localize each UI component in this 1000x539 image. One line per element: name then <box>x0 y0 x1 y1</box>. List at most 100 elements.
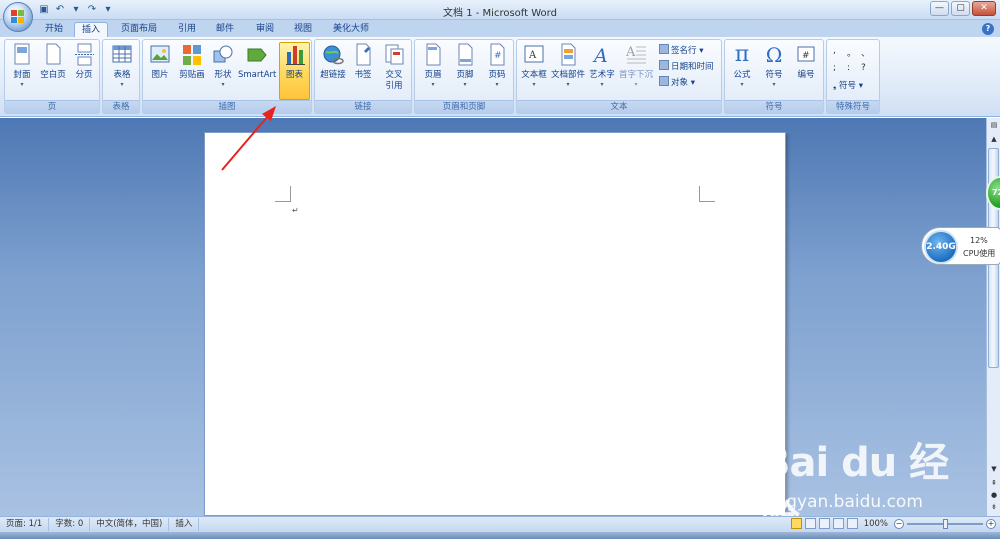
special-char-period[interactable]: 。 <box>847 46 861 59</box>
tab-references[interactable]: 引用 <box>170 22 204 38</box>
crop-mark-top-left <box>275 186 291 202</box>
title-bar: ▣ ↶ ▾ ↷ ▾ 文档 1 - Microsoft Word — ▢ ✕ <box>0 0 1000 20</box>
tab-home[interactable]: 开始 <box>38 22 70 38</box>
browse-object-icon[interactable]: ● <box>989 490 999 500</box>
outline-view-icon[interactable] <box>832 518 844 529</box>
clipart-icon <box>181 43 203 67</box>
minimize-button[interactable]: — <box>930 1 949 16</box>
zoom-out-icon[interactable]: − <box>894 518 904 529</box>
tab-mailings[interactable]: 邮件 <box>208 22 242 38</box>
document-page[interactable]: ↵ <box>204 132 786 516</box>
page-number-icon: # <box>486 43 508 67</box>
hyperlink-button[interactable]: 超链接 <box>318 43 348 80</box>
group-label-special-symbols: 特殊符号 <box>827 100 879 113</box>
bookmark-button[interactable]: 书签 <box>350 43 376 80</box>
special-char-colon[interactable]: : <box>847 63 861 73</box>
symbol-button[interactable]: Ω 符号 ▾ <box>760 43 788 88</box>
blank-page-button[interactable]: 空白页 <box>37 43 69 80</box>
taskbar-strip <box>0 532 1000 539</box>
cpu-monitor-widget[interactable]: 2.40G 12% CPU使用 <box>921 227 1000 265</box>
signature-line-icon <box>659 44 669 54</box>
group-label-illustrations: 插图 <box>143 100 311 113</box>
table-button[interactable]: 表格 ▾ <box>107 43 137 88</box>
group-label-symbols: 符号 <box>725 100 823 113</box>
header-icon <box>422 43 444 67</box>
hyperlink-globe-icon <box>322 43 344 67</box>
zoom-slider-knob[interactable] <box>943 518 948 529</box>
tab-beautify-master[interactable]: 美化大师 <box>326 22 376 38</box>
footer-button[interactable]: 页脚 ▾ <box>451 43 479 88</box>
equation-button[interactable]: π 公式 ▾ <box>728 42 756 89</box>
object-button[interactable]: 对象 ▾ <box>659 76 695 89</box>
wordart-icon: A <box>591 43 613 67</box>
textbox-button[interactable]: A 文本框 ▾ <box>519 43 549 88</box>
status-word-count[interactable]: 字数: 0 <box>49 518 91 531</box>
restore-button[interactable]: ▢ <box>951 1 970 16</box>
special-char-enum-comma[interactable]: 、 <box>861 46 875 59</box>
smartart-button[interactable]: SmartArt <box>238 43 276 80</box>
svg-text:A: A <box>592 45 608 67</box>
previous-page-icon[interactable]: ⇞ <box>989 478 999 488</box>
scroll-down-icon[interactable]: ▼ <box>989 464 999 474</box>
special-char-semicolon[interactable]: ; <box>833 63 847 73</box>
group-special-symbols: , 。 、 ; : ? ❟ 符号 ▾ 特殊符号 <box>826 39 880 114</box>
cover-page-icon <box>11 43 33 67</box>
watermark-url: jingyan.baidu.com <box>766 492 923 512</box>
zoom-percentage[interactable]: 100% <box>864 519 888 529</box>
scroll-up-icon[interactable]: ▲ <box>989 134 999 144</box>
special-char-comma[interactable]: , <box>833 46 847 59</box>
zoom-in-icon[interactable]: + <box>986 518 996 529</box>
tab-review[interactable]: 审阅 <box>248 22 282 38</box>
page-number-button[interactable]: # 页码 ▾ <box>483 43 511 88</box>
status-insert-mode[interactable]: 插入 <box>169 518 200 531</box>
zoom-controls: 100% − + <box>790 518 996 529</box>
office-button[interactable] <box>3 2 33 32</box>
bookmark-icon <box>352 43 374 67</box>
header-button[interactable]: 页眉 ▾ <box>419 43 447 88</box>
svg-text:A: A <box>528 50 537 61</box>
group-header-footer: 页眉 ▾ 页脚 ▾ # 页码 ▾ 页眉和页脚 <box>414 39 514 114</box>
help-icon[interactable]: ? <box>982 23 994 35</box>
window-title: 文档 1 - Microsoft Word <box>443 8 557 19</box>
tab-insert[interactable]: 插入 <box>74 22 108 38</box>
full-screen-reading-view-icon[interactable] <box>804 518 816 529</box>
page-break-button[interactable]: 分页 <box>70 43 98 80</box>
draft-view-icon[interactable] <box>846 518 858 529</box>
status-page-count[interactable]: 页面: 1/1 <box>0 518 50 531</box>
picture-button[interactable]: 图片 <box>146 43 174 80</box>
shapes-button[interactable]: 形状 ▾ <box>209 43 237 88</box>
group-label-pages: 页 <box>5 100 99 113</box>
window-controls: — ▢ ✕ <box>930 1 996 16</box>
close-button[interactable]: ✕ <box>972 1 996 16</box>
pi-icon: π <box>734 42 750 67</box>
cross-reference-label: 交叉 引用 <box>385 70 403 91</box>
cross-reference-button[interactable]: 交叉 引用 <box>378 43 410 92</box>
svg-text:#: # <box>802 51 810 61</box>
numbering-button[interactable]: # 编号 <box>792 43 820 80</box>
web-layout-view-icon[interactable] <box>818 518 830 529</box>
cpu-speed-circle: 2.40G <box>924 230 958 264</box>
zoom-slider[interactable] <box>907 518 983 529</box>
status-language[interactable]: 中文(简体，中国) <box>90 518 170 531</box>
special-symbol-button[interactable]: ❟ 符号 ▾ <box>833 80 863 92</box>
print-layout-view-icon[interactable] <box>790 518 802 529</box>
group-pages: 封面 ▾ 空白页 分页 页 <box>4 39 100 114</box>
drop-cap-button[interactable]: A 首字下沉 ▾ <box>618 43 654 88</box>
group-label-text: 文本 <box>517 100 721 113</box>
wordart-button[interactable]: A 艺术字 ▾ <box>587 43 617 88</box>
special-char-question[interactable]: ? <box>861 63 875 73</box>
quick-parts-button[interactable]: 文档部件 ▾ <box>550 43 586 88</box>
ruler-toggle-icon[interactable]: ▤ <box>989 120 999 130</box>
cover-page-button[interactable]: 封面 ▾ <box>8 43 36 88</box>
date-time-button[interactable]: 日期和时间 <box>659 60 714 73</box>
cross-reference-icon <box>383 43 405 67</box>
clipart-button[interactable]: 剪贴画 <box>176 43 208 80</box>
chart-button[interactable]: 图表 <box>279 42 310 100</box>
signature-line-button[interactable]: 签名行 ▾ <box>659 44 703 57</box>
status-bar: 页面: 1/1 字数: 0 中文(简体，中国) 插入 100% − + <box>0 516 1000 532</box>
tab-page-layout[interactable]: 页面布局 <box>114 22 164 38</box>
group-tables: 表格 ▾ 表格 <box>102 39 140 114</box>
chart-icon <box>284 43 306 67</box>
next-page-icon[interactable]: ⇟ <box>989 502 999 512</box>
tab-view[interactable]: 视图 <box>286 22 320 38</box>
